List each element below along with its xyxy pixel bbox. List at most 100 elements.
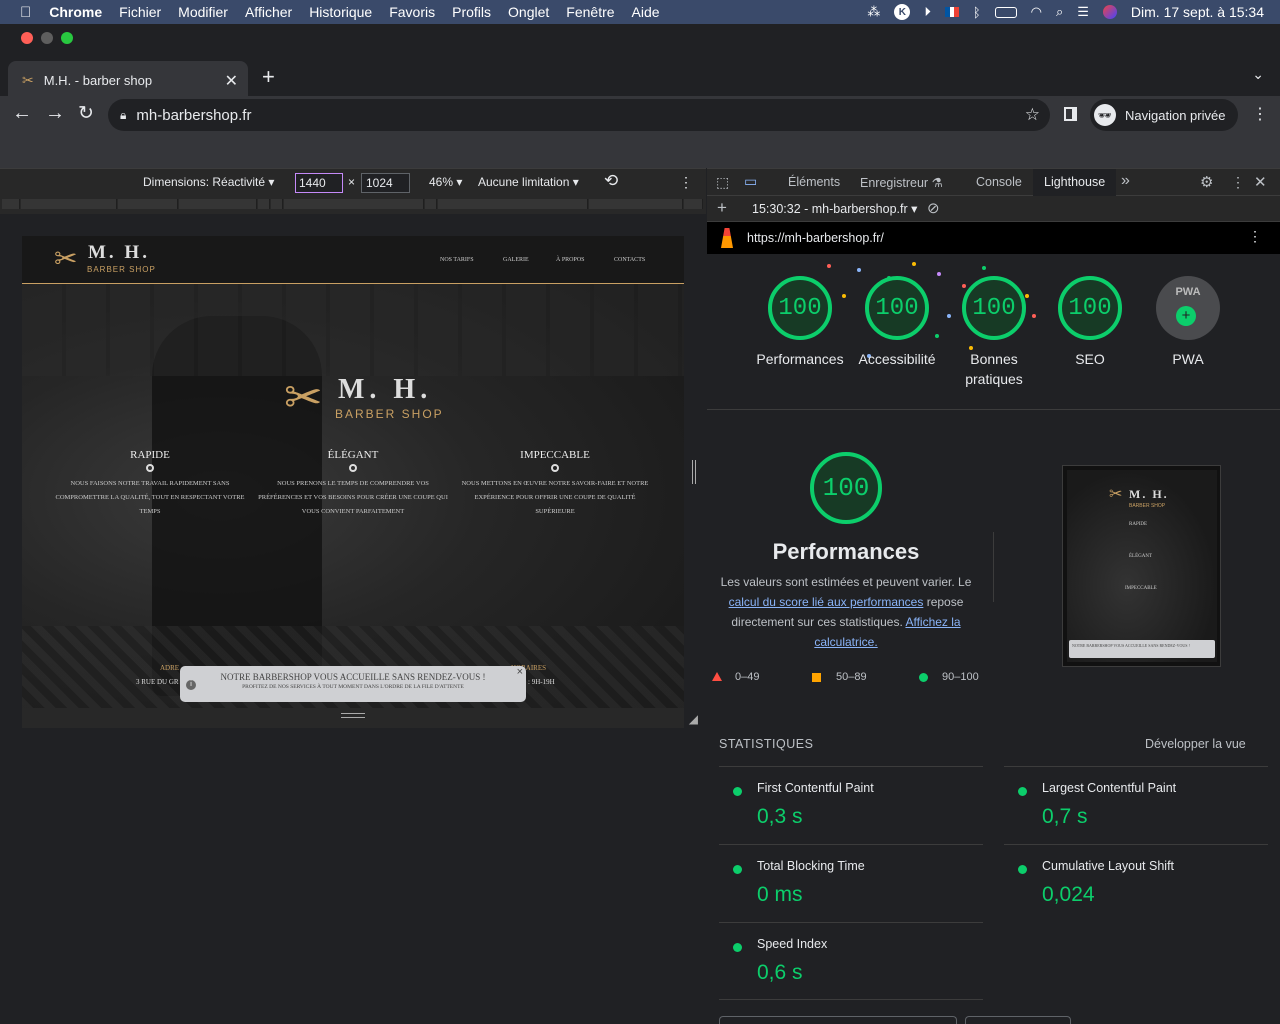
score-calc-link[interactable]: calcul du score lié aux performances [729,595,924,609]
treemap-button-edge[interactable] [719,1016,957,1024]
close-window-button[interactable] [21,32,33,44]
report-menu-icon[interactable]: ⋮ [1248,228,1262,245]
zoom-window-button[interactable] [61,32,73,44]
tab-elements[interactable]: Éléments [788,175,840,189]
menubar-datetime[interactable]: Dim. 17 sept. à 15:34 [1131,4,1264,20]
browser-tab[interactable]: ✂ M.H. - barber shop ✕ [8,61,248,100]
tab-search-icon[interactable]: ⌄ [1252,66,1264,83]
more-tabs-icon[interactable]: » [1121,172,1130,190]
gauge-performance[interactable]: 100 [768,276,832,340]
gauge-label-performance[interactable]: Performances [745,349,855,369]
viewport-width-input[interactable] [295,173,343,193]
tab-close-icon[interactable]: ✕ [225,71,238,91]
menu-profils[interactable]: Profils [452,4,491,20]
gauge-best-practices[interactable]: 100 [962,276,1026,340]
minimize-window-button[interactable] [41,32,53,44]
new-report-icon[interactable]: + [717,198,727,218]
site-logo-text[interactable]: M. H. [88,242,150,264]
gauge-pwa[interactable]: PWA + [1156,276,1220,340]
devtools-more-icon[interactable]: ⋮ [1231,174,1245,191]
nav-galerie[interactable]: GALERIE [503,257,529,263]
zoom-dropdown[interactable]: 46% ▾ [429,175,462,189]
gauge-label-seo[interactable]: SEO [1035,349,1145,369]
hero-logo-sub: BARBER SHOP [335,407,444,421]
siri-icon[interactable] [1102,5,1117,19]
view-trace-button-edge[interactable] [965,1016,1071,1024]
final-screenshot-thumbnail[interactable]: ✂ M. H. BARBER SHOP RAPIDE ÉLÉGANT IMPEC… [1062,465,1221,667]
wifi-icon[interactable]: ◠ [1031,4,1042,20]
metric-value: 0,7 s [1042,805,1088,828]
bottom-resize-handle[interactable] [341,713,365,718]
emulated-viewport[interactable]: ✂ M. H. BARBER SHOP NOS TARIFS GALERIE À… [22,236,684,708]
control-center-icon[interactable]: ☰ [1077,4,1089,20]
nav-tarifs[interactable]: NOS TARIFS [440,257,474,263]
menu-app-name[interactable]: Chrome [49,4,102,20]
menu-onglet[interactable]: Onglet [508,4,549,20]
spotlight-icon[interactable]: ⌕ [1056,4,1063,20]
address-bar[interactable]: 🔒︎ mh-barbershop.fr ☆ [108,99,1050,131]
metric-tbt[interactable]: Total Blocking Time 0 ms [719,844,983,922]
battery-icon[interactable] [994,6,1017,18]
expand-view-link[interactable]: Développer la vue [1145,737,1246,751]
device-toggle-icon[interactable]: ▭ [744,173,757,190]
sidepanel-icon[interactable] [1064,107,1077,121]
site-logo-scissors-icon[interactable]: ✂ [54,242,77,275]
clear-report-icon[interactable]: ⊘ [927,199,940,217]
menu-fenetre[interactable]: Fenêtre [566,4,614,20]
metric-fcp[interactable]: First Contentful Paint 0,3 s [719,766,983,844]
report-selector[interactable]: 15:30:32 - mh-barbershop.fr ▾ [752,201,917,216]
zoom-label: 46% [429,175,454,189]
forward-icon[interactable]: → [45,102,65,125]
tab-lighthouse[interactable]: Lighthouse [1033,169,1117,196]
throttle-dropdown[interactable]: Aucune limitation ▾ [478,175,579,189]
menu-historique[interactable]: Historique [309,4,372,20]
corner-resize-handle[interactable]: ◢ [689,712,698,726]
inspect-element-icon[interactable]: ⬚ [716,174,729,191]
menu-afficher[interactable]: Afficher [245,4,292,20]
nav-a-propos[interactable]: À PROPOS [556,257,585,263]
device-more-icon[interactable]: ⋮ [679,174,693,191]
menu-aide[interactable]: Aide [632,4,660,20]
tab-console[interactable]: Console [976,175,1022,189]
play-icon[interactable]: ⏵ [924,4,931,20]
back-icon[interactable]: ← [12,102,32,125]
hero-logo-text: M. H. [338,374,433,405]
devtools-settings-icon[interactable]: ⚙ [1200,173,1213,191]
metric-speed-index[interactable]: Speed Index 0,6 s [719,922,983,1000]
metric-name: Speed Index [757,937,828,951]
chrome-menu-icon[interactable]: ⋮ [1252,104,1268,124]
dimension-times: × [348,175,356,189]
media-query-ruler[interactable] [0,196,706,214]
address-url[interactable]: mh-barbershop.fr [136,107,251,124]
lock-icon[interactable]: 🔒︎ [120,108,126,123]
gauge-label-accessibility[interactable]: Accessibilité [842,349,952,369]
gauge-label-best-practices[interactable]: Bonnes pratiques [948,349,1040,389]
bluetooth-icon[interactable]: ᛒ [973,5,981,20]
dropbox-icon[interactable]: ⁂ [867,4,880,20]
reload-icon[interactable]: ↻ [78,102,94,125]
right-resize-handle[interactable] [692,460,696,484]
flag-fr-icon[interactable] [944,7,959,17]
gauge-seo[interactable]: 100 [1058,276,1122,340]
viewport-height-input[interactable] [361,173,410,193]
apple-icon[interactable]:  [20,4,31,21]
dimensions-dropdown[interactable]: Dimensions: Réactivité ▾ [143,175,274,189]
report-url[interactable]: https://mh-barbershop.fr/ [747,231,884,245]
rotate-icon[interactable]: ⟲ [604,171,618,191]
gauge-label-pwa[interactable]: PWA [1133,349,1243,369]
metric-lcp[interactable]: Largest Contentful Paint 0,7 s [1004,766,1268,844]
k-app-icon[interactable]: K [894,4,911,20]
menu-favoris[interactable]: Favoris [389,4,435,20]
bookmark-star-icon[interactable]: ☆ [1025,105,1040,125]
incognito-badge[interactable]: 🕶︎ Navigation privée [1090,99,1238,131]
walkin-toast[interactable]: i NOTRE BARBERSHOP VOUS ACCUEILLE SANS R… [180,666,526,702]
devtools-close-icon[interactable]: ✕ [1254,173,1267,191]
tab-recorder[interactable]: Enregistreur ⚗ [860,175,943,190]
metric-cls[interactable]: Cumulative Layout Shift 0,024 [1004,844,1268,922]
toast-close-button[interactable]: × [517,666,523,678]
nav-contacts[interactable]: CONTACTS [614,257,645,263]
new-tab-button[interactable]: + [262,64,275,90]
gauge-accessibility[interactable]: 100 [865,276,929,340]
menu-fichier[interactable]: Fichier [119,4,161,20]
menu-modifier[interactable]: Modifier [178,4,228,20]
